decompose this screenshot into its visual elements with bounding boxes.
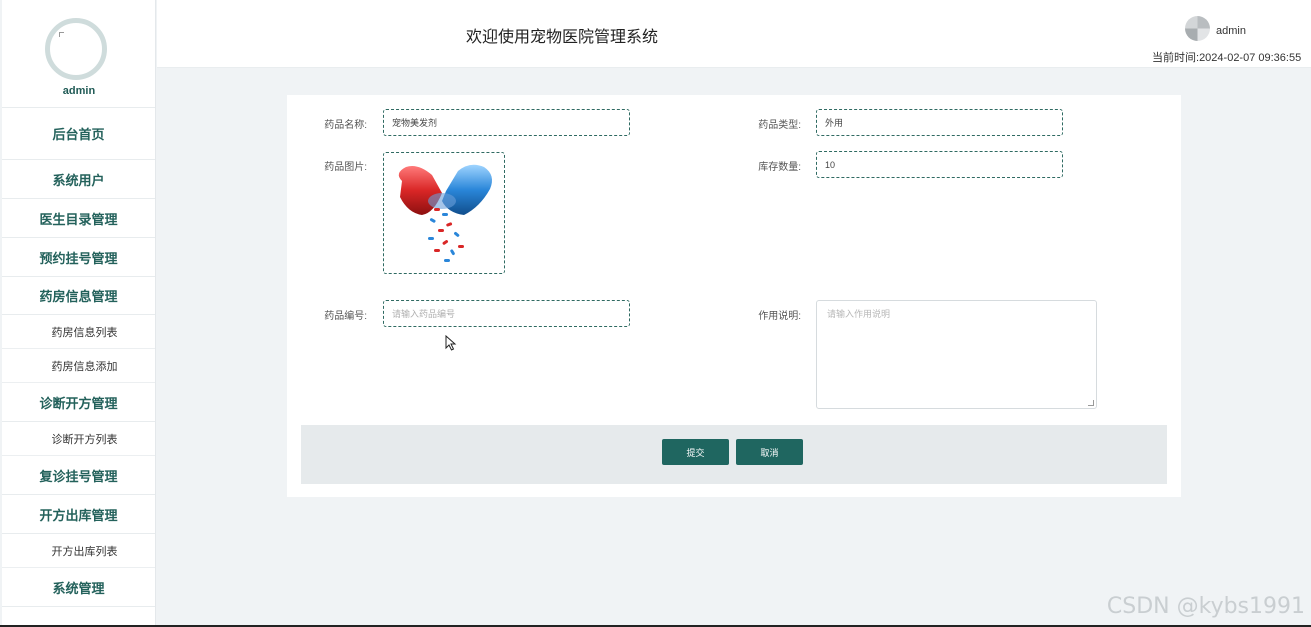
- stock-label: 库存数量:: [758, 162, 801, 173]
- drug-type-select[interactable]: 外用: [816, 109, 1063, 136]
- time-value: 2024-02-07 09:36:55: [1199, 52, 1302, 64]
- drug-image-label: 药品图片:: [324, 162, 367, 173]
- submit-button[interactable]: 提交: [662, 439, 729, 465]
- drug-image-upload[interactable]: [383, 152, 505, 274]
- resize-handle-icon[interactable]: [1088, 400, 1094, 406]
- drug-form-card: 药品名称: 宠物美发剂 药品类型: 外用 药品图片: 库存数量: 10 药品编号…: [287, 95, 1181, 497]
- sidebar-item-dashboard[interactable]: 后台首页: [2, 108, 155, 160]
- capsule-image: [398, 164, 492, 262]
- profile-name: admin: [62, 85, 96, 97]
- sidebar-item-revisit[interactable]: 复诊挂号管理: [2, 456, 155, 495]
- top-header: 欢迎使用宠物医院管理系统 admin 当前时间:2024-02-07 09:36…: [157, 0, 1311, 68]
- sidebar-item-pharmacy[interactable]: 药房信息管理: [2, 277, 155, 315]
- sidebar-item-dispense[interactable]: 开方出库管理: [2, 495, 155, 534]
- sidebar-item-dispense-list[interactable]: 开方出库列表: [2, 534, 155, 568]
- drug-code-input[interactable]: 请输入药品编号: [383, 300, 630, 327]
- sidebar-item-system-users[interactable]: 系统用户: [2, 160, 155, 199]
- sidebar-item-doctor-directory[interactable]: 医生目录管理: [2, 199, 155, 238]
- page-title: 欢迎使用宠物医院管理系统: [466, 29, 659, 46]
- drug-code-label: 药品编号:: [324, 311, 367, 322]
- mouse-cursor-icon: [445, 335, 457, 351]
- sidebar-item-appointment[interactable]: 预约挂号管理: [2, 238, 155, 277]
- description-label: 作用说明:: [758, 311, 801, 322]
- description-textarea[interactable]: 请输入作用说明: [816, 300, 1097, 409]
- sidebar-item-pharmacy-add[interactable]: 药房信息添加: [2, 349, 155, 383]
- time-label: 当前时间:: [1152, 52, 1200, 64]
- avatar[interactable]: [45, 18, 107, 80]
- sidebar-item-system-settings[interactable]: 系统管理: [2, 568, 155, 607]
- sidebar-item-diagnosis-list[interactable]: 诊断开方列表: [2, 422, 155, 456]
- current-time: 当前时间:2024-02-07 09:36:55: [1152, 49, 1301, 65]
- description-placeholder: 请输入作用说明: [827, 309, 891, 319]
- broken-image-icon: [59, 32, 64, 37]
- sidebar: admin 后台首页 系统用户 医生目录管理 预约挂号管理 药房信息管理 药房信…: [2, 0, 156, 627]
- form-action-bar: 提交 取消: [301, 425, 1167, 484]
- sidebar-profile: admin: [2, 0, 155, 108]
- sidebar-item-pharmacy-list[interactable]: 药房信息列表: [2, 315, 155, 349]
- user-avatar[interactable]: [1185, 16, 1210, 41]
- cancel-button[interactable]: 取消: [736, 439, 803, 465]
- sidebar-item-diagnosis[interactable]: 诊断开方管理: [2, 383, 155, 422]
- stock-field[interactable]: 10: [816, 151, 1063, 178]
- drug-name-field[interactable]: 宠物美发剂: [383, 109, 630, 136]
- drug-name-label: 药品名称:: [324, 120, 367, 131]
- drug-type-label: 药品类型:: [758, 120, 801, 131]
- user-name[interactable]: admin: [1216, 25, 1246, 37]
- watermark-text: CSDN @kybs1991: [1106, 594, 1305, 619]
